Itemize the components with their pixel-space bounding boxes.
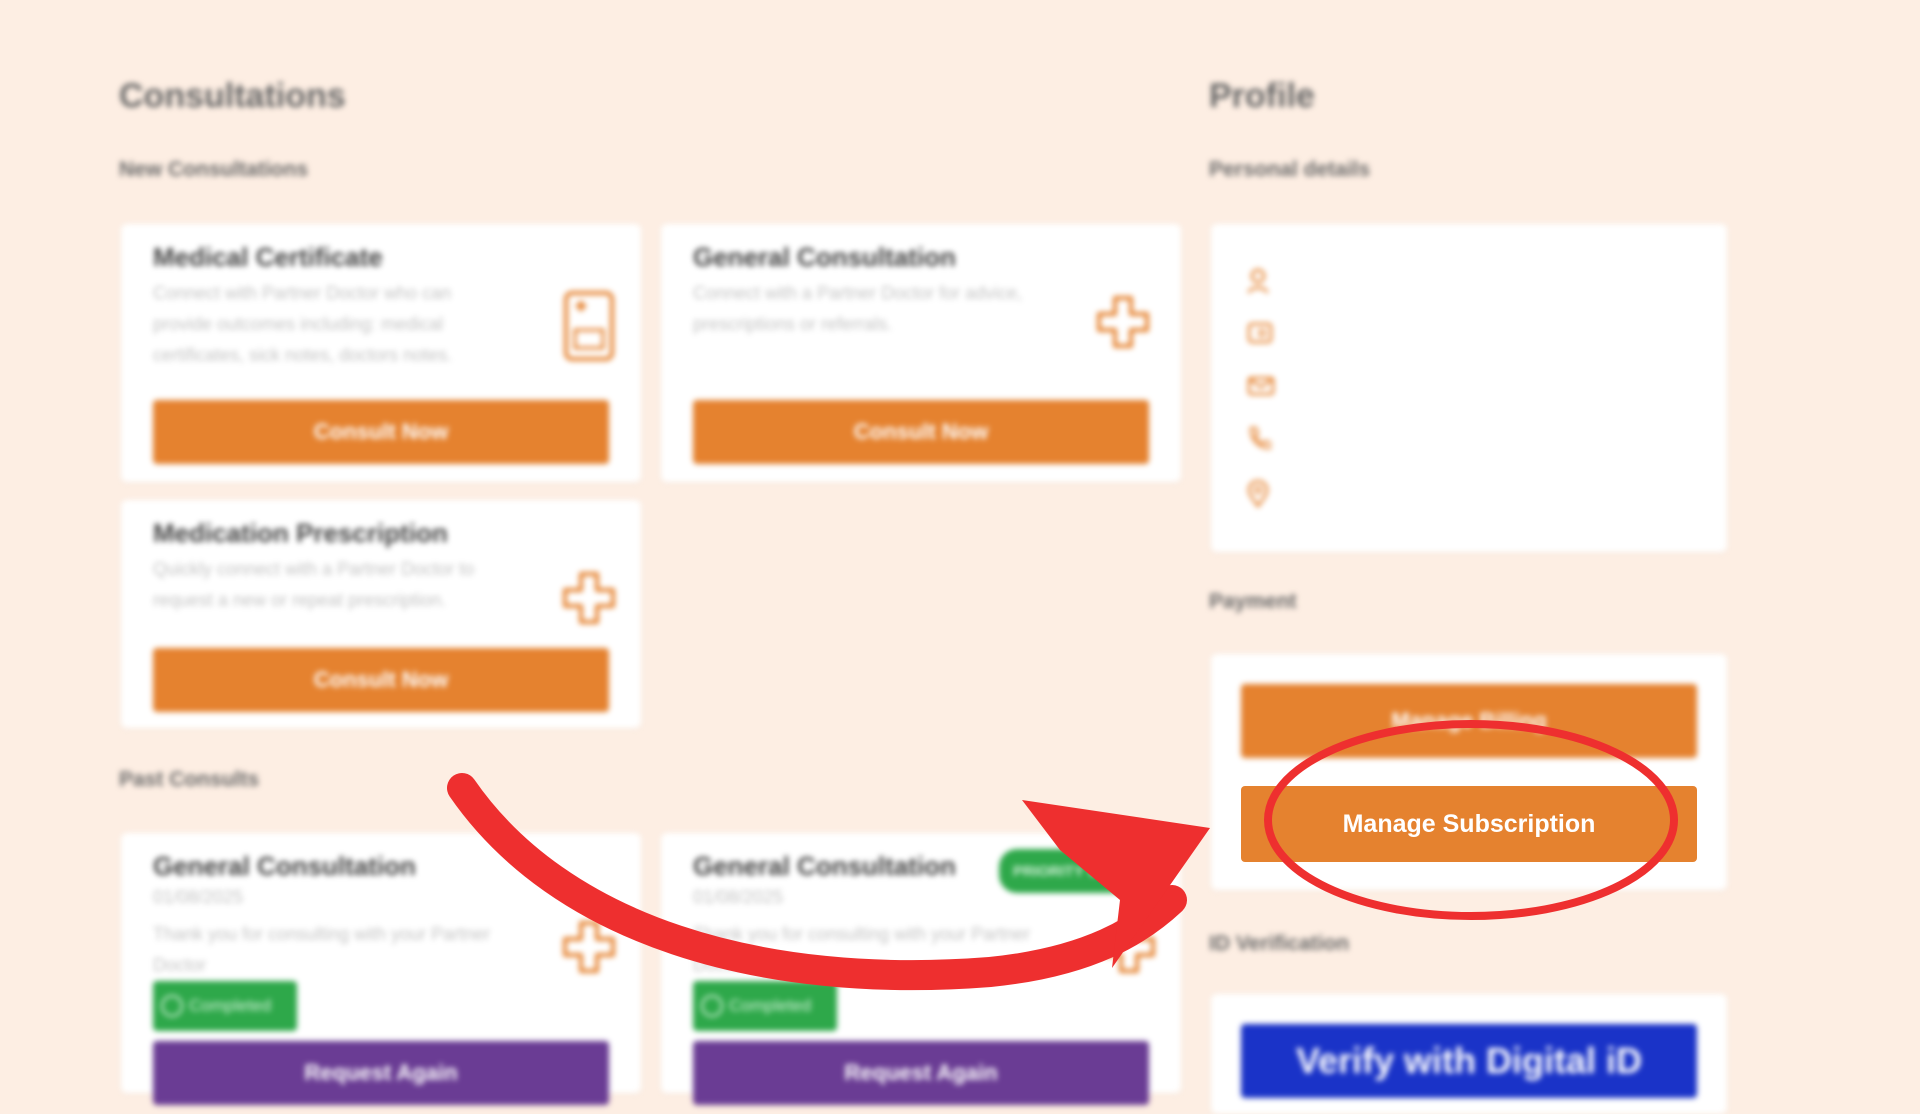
medical-cross-icon: [561, 919, 617, 980]
payment-heading: Payment: [1209, 590, 1297, 613]
card-title: General Consultation: [153, 851, 416, 881]
card-title: Medication Prescription: [153, 518, 448, 548]
status-label: Completed: [729, 996, 812, 1015]
personal-details-card: [1211, 224, 1727, 552]
verify-button-label: Verify with Digital iD: [1295, 1040, 1643, 1081]
user-icon: [1247, 268, 1269, 299]
status-badge: Completed: [153, 981, 297, 1031]
status-badge: Completed: [693, 981, 837, 1031]
card-description: Connect with a Partner Doctor for advice…: [693, 283, 1023, 334]
id-verification-heading: ID Verification: [1209, 932, 1350, 955]
id-verification-card: Verify with Digital iD: [1211, 994, 1727, 1114]
medical-certificate-icon: [563, 290, 615, 367]
card-title: General Consultation: [693, 851, 956, 881]
manage-subscription-button[interactable]: Manage Subscription: [1241, 786, 1697, 862]
consult-now-button[interactable]: Consult Now: [153, 400, 609, 464]
consult-message: Thank you for consulting with your Partn…: [693, 924, 1031, 975]
consult-date: 01/08/2025: [693, 887, 784, 907]
medical-certificate-card: Medical Certificate Connect with Partner…: [121, 224, 641, 482]
blurred-background-page: Consultations New Consultations Medical …: [0, 0, 1920, 1114]
mail-icon: [1247, 376, 1275, 401]
general-consultation-card: General Consultation Connect with a Part…: [661, 224, 1181, 482]
check-circle-icon: [161, 995, 183, 1017]
card-description: Connect with Partner Doctor who can prov…: [153, 283, 453, 365]
medication-prescription-card: Medication Prescription Quickly connect …: [121, 500, 641, 728]
profile-title: Profile: [1209, 77, 1315, 115]
card-description: Quickly connect with a Partner Doctor to…: [153, 559, 475, 610]
status-label: Completed: [189, 996, 272, 1015]
past-consult-card: General Consultation 01/08/2025 Thank yo…: [661, 833, 1181, 1105]
location-pin-icon: [1247, 479, 1269, 513]
medical-cross-icon: [1101, 919, 1157, 980]
new-consultations-heading: New Consultations: [119, 158, 309, 181]
past-consult-card: General Consultation 01/08/2025 Thank yo…: [121, 833, 641, 1105]
manage-billing-button[interactable]: Manage Billing: [1241, 684, 1697, 758]
request-again-button[interactable]: Request Again: [693, 1041, 1149, 1105]
medical-cross-icon: [561, 570, 617, 631]
request-again-button[interactable]: Request Again: [153, 1041, 609, 1105]
consult-date: 01/08/2025: [153, 887, 244, 907]
id-card-icon: [1247, 322, 1273, 349]
past-consults-heading: Past Consults: [119, 768, 260, 791]
medical-cross-icon: [1095, 294, 1151, 355]
verify-digital-id-button[interactable]: Verify with Digital iD: [1241, 1024, 1697, 1098]
priority-badge: PRIORITY SERVICE: [999, 849, 1149, 893]
card-title: General Consultation: [693, 242, 956, 272]
phone-icon: [1247, 426, 1273, 455]
consultations-title: Consultations: [119, 77, 346, 115]
consult-message: Thank you for consulting with your Partn…: [153, 924, 491, 975]
card-title: Medical Certificate: [153, 242, 383, 272]
personal-details-heading: Personal details: [1209, 158, 1371, 181]
check-circle-icon: [701, 995, 723, 1017]
consult-now-button[interactable]: Consult Now: [153, 648, 609, 712]
consult-now-button[interactable]: Consult Now: [693, 400, 1149, 464]
